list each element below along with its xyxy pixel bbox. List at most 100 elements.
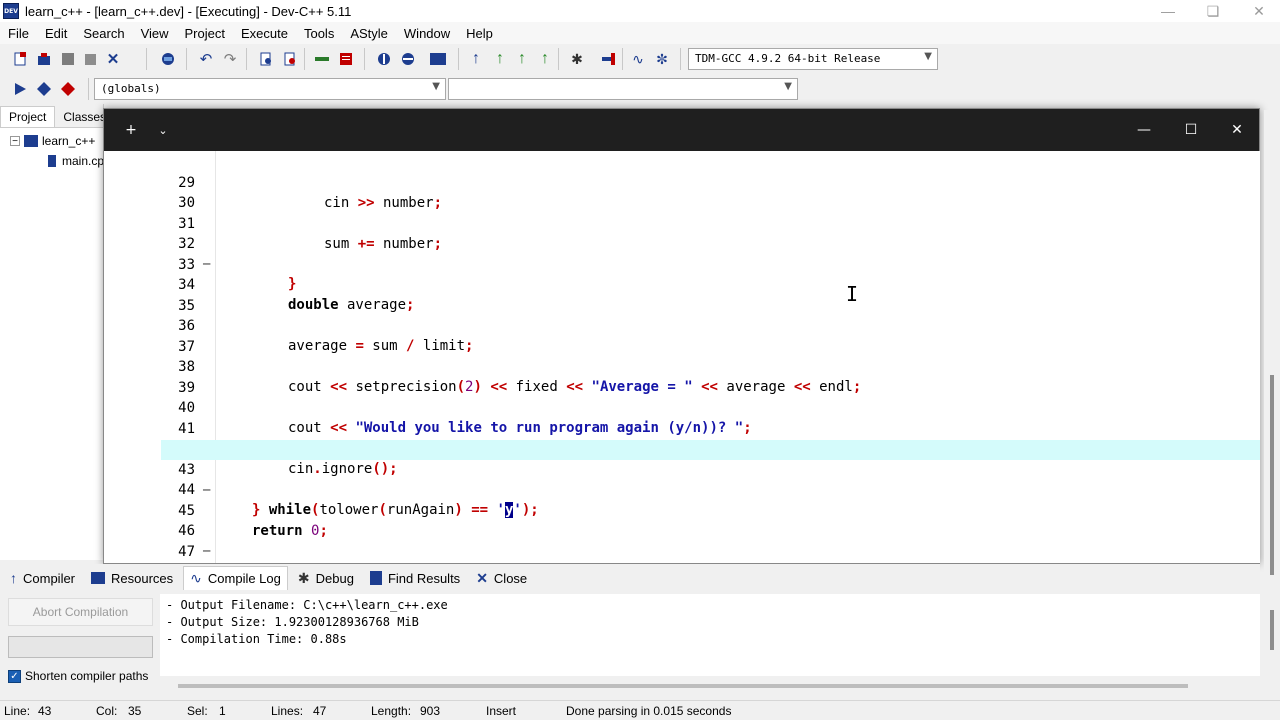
code-editor[interactable]: 29 cin >> number; 30 31 sum += number; 3… [161, 151, 1260, 563]
shorten-paths-checkbox[interactable]: ✓ Shorten compiler paths [8, 669, 148, 683]
close-button[interactable]: ✕ [1236, 0, 1280, 22]
title-bar: DEV learn_c++ - [learn_c++.dev] - [Execu… [0, 0, 1280, 22]
scrollbar-thumb-lower[interactable] [1270, 610, 1274, 650]
replace-icon[interactable] [280, 49, 300, 69]
compiler-select[interactable]: TDM-GCC 4.9.2 64-bit Release ▼ [688, 48, 938, 70]
console-close-button[interactable]: ✕ [1222, 109, 1252, 151]
code-line: 42 cin.ignore(); [161, 419, 1260, 477]
compile-icon[interactable]: ↑ [466, 49, 486, 69]
code-line: 44 [161, 460, 1260, 498]
menu-execute[interactable]: Execute [233, 26, 296, 41]
run-icon[interactable]: ↑ [490, 49, 510, 69]
bottom-tab-bar: ↑ Compiler Resources ∿ Compile Log ✱ Deb… [0, 564, 1260, 592]
menu-tools[interactable]: Tools [296, 26, 342, 41]
menu-help[interactable]: Help [458, 26, 501, 41]
status-sel-value: 1 [219, 704, 226, 718]
abort-compilation-button[interactable]: Abort Compilation [8, 598, 153, 626]
scrollbar-thumb[interactable] [1270, 375, 1274, 575]
compile-run-icon[interactable]: ↑ [512, 49, 532, 69]
toolbar-separator [622, 48, 623, 70]
bookmarks-icon[interactable] [336, 49, 356, 69]
menu-edit[interactable]: Edit [37, 26, 75, 41]
tab-compiler-label: Compiler [23, 570, 76, 586]
scope-select[interactable]: (globals) ▼ [94, 78, 446, 100]
console-window: + ⌄ — ☐ ✕ 29 cin >> number; 30 31 sum +=… [103, 108, 1260, 564]
console-maximize-button[interactable]: ☐ [1176, 109, 1206, 151]
debug-icon[interactable]: ✱ [567, 49, 587, 69]
new-tab-icon[interactable]: + [120, 109, 142, 151]
tree-project-node[interactable]: − learn_c++ [10, 134, 95, 148]
new-file-icon[interactable] [10, 49, 30, 69]
menu-astyle[interactable]: AStyle [342, 26, 396, 41]
window-title: learn_c++ - [learn_c++.dev] - [Executing… [25, 3, 352, 19]
add-to-project-icon[interactable] [374, 49, 394, 69]
menu-project[interactable]: Project [177, 26, 233, 41]
tab-project[interactable]: Project [0, 106, 56, 127]
scope-select-value: (globals) [101, 82, 161, 95]
status-bar: Line: 43 Col: 35 Sel: 1 Lines: 47 Length… [0, 700, 1280, 720]
print-icon[interactable] [158, 49, 178, 69]
code-line: 35 [161, 276, 1260, 314]
status-length-value: 903 [420, 704, 441, 718]
compiler-select-value: TDM-GCC 4.9.2 64-bit Release [695, 52, 881, 65]
menu-view[interactable]: View [133, 26, 177, 41]
code-line: 46 ─ } [161, 501, 1260, 558]
find-icon[interactable] [256, 49, 276, 69]
ibeam-cursor-icon: I [846, 282, 859, 306]
editor-vertical-scrollbar[interactable] [1264, 110, 1280, 700]
toggle-bookmark-icon[interactable] [34, 79, 54, 99]
profile-icon[interactable]: ∿ [628, 49, 648, 69]
main-toolbar: ✕ ↶ ↷ ↑ ↑ ↑ ↑ ✱ ∿ ✼ TDM-GCC 4.9.2 64-bit… [0, 44, 1280, 74]
code-line: 47 [161, 522, 1260, 560]
code-line: 30 [161, 173, 1260, 211]
rebuild-icon[interactable]: ↑ [535, 49, 555, 69]
toolbar-separator [364, 48, 365, 70]
open-project-icon[interactable] [34, 49, 54, 69]
status-length-label: Length: [371, 704, 412, 718]
tab-close-label: Close [493, 570, 528, 586]
devcpp-app-icon: DEV [3, 3, 19, 19]
chevron-down-icon: ▼ [432, 81, 440, 92]
redo-icon[interactable]: ↷ [220, 49, 240, 69]
code-line: 36 average = sum / limit; [161, 296, 1260, 354]
shorten-paths-label: Shorten compiler paths [25, 669, 149, 683]
collapse-icon[interactable]: − [10, 136, 20, 147]
save-all-icon[interactable] [80, 49, 100, 69]
minimize-button[interactable]: — [1145, 0, 1191, 22]
tab-close[interactable]: ✕ Close [470, 566, 533, 590]
insert-icon[interactable] [10, 79, 30, 99]
code-line: 32 ─ } [161, 214, 1260, 292]
tab-compile-log-label: Compile Log [207, 571, 281, 586]
function-select[interactable]: ▼ [448, 78, 798, 100]
status-lines-value: 47 [313, 704, 327, 718]
menu-file[interactable]: File [0, 26, 37, 41]
status-lines-label: Lines: [271, 704, 304, 718]
remove-from-project-icon[interactable] [398, 49, 418, 69]
tab-debug[interactable]: ✱ Debug [292, 566, 360, 590]
tab-resources[interactable]: Resources [85, 566, 179, 590]
close-file-icon[interactable]: ✕ [103, 49, 123, 69]
stop-execution-icon[interactable] [598, 49, 618, 69]
tab-compile-log[interactable]: ∿ Compile Log [183, 566, 288, 590]
project-options-icon[interactable] [428, 49, 448, 69]
tree-file-node[interactable]: main.cpp [48, 154, 111, 168]
console-minimize-button[interactable]: — [1129, 109, 1159, 151]
checkbox-checked-icon: ✓ [8, 669, 21, 683]
log-horizontal-scrollbar[interactable] [178, 684, 1188, 688]
save-icon[interactable] [58, 49, 78, 69]
profile-delete-icon[interactable]: ✼ [652, 49, 672, 69]
undo-icon[interactable]: ↶ [196, 49, 216, 69]
menu-window[interactable]: Window [396, 26, 458, 41]
compile-log-output[interactable]: - Output Filename: C:\c++\learn_c++.exe … [160, 594, 1260, 676]
status-message: Done parsing in 0.015 seconds [566, 704, 732, 718]
restore-button[interactable]: ❏ [1190, 0, 1236, 22]
menu-search[interactable]: Search [75, 26, 132, 41]
console-titlebar: + ⌄ — ☐ ✕ [104, 109, 1259, 151]
goto-line-icon[interactable] [312, 49, 332, 69]
goto-bookmark-icon[interactable] [58, 79, 78, 99]
toolbar-separator [558, 48, 559, 70]
chevron-down-icon[interactable]: ⌄ [152, 109, 174, 151]
tab-compiler[interactable]: ↑ Compiler [4, 566, 81, 590]
tab-find-results[interactable]: Find Results [364, 566, 466, 590]
project-panel: Project Classes − learn_c++ main.cpp [0, 104, 111, 560]
